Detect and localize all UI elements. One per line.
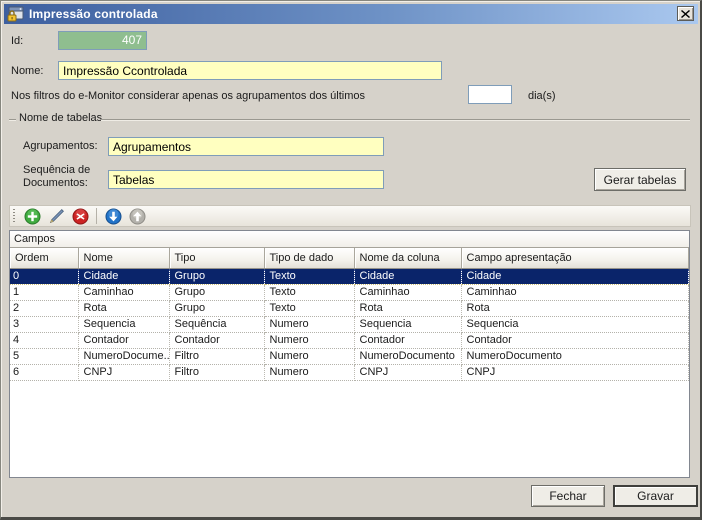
window-title: Impressão controlada — [29, 7, 158, 21]
grid-cell: Numero — [264, 348, 354, 364]
sequencia-input[interactable] — [108, 170, 384, 189]
grid-cell: Filtro — [169, 364, 264, 380]
move-down-button[interactable] — [102, 206, 124, 226]
grid-cell: Contador — [169, 332, 264, 348]
grid-cell: NumeroDocumento — [354, 348, 461, 364]
grid-cell: 6 — [10, 364, 78, 380]
delete-button[interactable] — [69, 206, 91, 226]
gerar-tabelas-button[interactable]: Gerar tabelas — [594, 168, 686, 191]
grid-cell: Numero — [264, 332, 354, 348]
close-icon — [681, 10, 690, 18]
grid-column-header[interactable]: Nome — [78, 248, 169, 268]
grid-column-header[interactable]: Nome da coluna — [354, 248, 461, 268]
grid-cell: Sequencia — [78, 316, 169, 332]
title-bar[interactable]: Impressão controlada — [4, 4, 698, 24]
filter-sentence: Nos filtros do e-Monitor considerar apen… — [11, 90, 365, 102]
delete-icon — [72, 208, 89, 225]
grid-cell: Caminhao — [78, 284, 169, 300]
grid-cell: Texto — [264, 284, 354, 300]
groupbox-line-right — [101, 119, 690, 120]
grid-cell: Contador — [461, 332, 689, 348]
grid-cell: Texto — [264, 268, 354, 284]
fechar-button[interactable]: Fechar — [531, 485, 605, 507]
id-label: Id: — [11, 35, 23, 47]
nome-label: Nome: — [11, 65, 43, 77]
move-down-icon — [105, 208, 122, 225]
grid-cell: Sequencia — [354, 316, 461, 332]
grid-cell: Cidade — [354, 268, 461, 284]
grid-column-header[interactable]: Tipo — [169, 248, 264, 268]
groupbox-line-left — [9, 119, 16, 120]
grid-cell: Caminhao — [461, 284, 689, 300]
grid-cell: Numero — [264, 364, 354, 380]
add-icon — [24, 208, 41, 225]
move-up-button[interactable] — [126, 206, 148, 226]
grid-cell: CNPJ — [78, 364, 169, 380]
grid-column-header[interactable]: Ordem — [10, 248, 78, 268]
grid-header-row: OrdemNomeTipoTipo de dadoNome da colunaC… — [10, 248, 689, 268]
grid-column-header[interactable]: Tipo de dado — [264, 248, 354, 268]
grid-cell: Filtro — [169, 348, 264, 364]
grid-cell: 4 — [10, 332, 78, 348]
grid-cell: Grupo — [169, 284, 264, 300]
grid-row[interactable]: 1CaminhaoGrupoTextoCaminhaoCaminhao — [10, 284, 689, 300]
grid-toolbar — [9, 205, 691, 227]
close-button[interactable] — [677, 6, 694, 21]
grid-cell: Grupo — [169, 268, 264, 284]
grid-row[interactable]: 0CidadeGrupoTextoCidadeCidade — [10, 268, 689, 284]
nome-input[interactable] — [58, 61, 442, 80]
filter-days-input[interactable] — [468, 85, 512, 104]
grid-cell: 3 — [10, 316, 78, 332]
grid-cell: NumeroDocume... — [78, 348, 169, 364]
grid-cell: Grupo — [169, 300, 264, 316]
edit-icon — [48, 208, 65, 225]
grid-cell: Rota — [461, 300, 689, 316]
move-up-icon — [129, 208, 146, 225]
fields-grid: OrdemNomeTipoTipo de dadoNome da colunaC… — [10, 248, 689, 381]
grid-cell: CNPJ — [354, 364, 461, 380]
grid-row[interactable]: 6CNPJFiltroNumeroCNPJCNPJ — [10, 364, 689, 380]
grid-cell: Sequência — [169, 316, 264, 332]
grid-cell: Cidade — [461, 268, 689, 284]
grid-caption: Campos — [10, 231, 689, 248]
grid-column-header[interactable]: Campo apresentação — [461, 248, 689, 268]
grid-cell: Rota — [78, 300, 169, 316]
grid-body: 0CidadeGrupoTextoCidadeCidade1CaminhaoGr… — [10, 268, 689, 380]
grid-cell: Numero — [264, 316, 354, 332]
toolbar-grip[interactable] — [12, 209, 16, 223]
grid-cell: Contador — [78, 332, 169, 348]
edit-button[interactable] — [45, 206, 67, 226]
filter-unit-label: dia(s) — [528, 90, 556, 102]
toolbar-separator — [96, 208, 97, 224]
grid-cell: 1 — [10, 284, 78, 300]
grid-row[interactable]: 3SequenciaSequênciaNumeroSequenciaSequen… — [10, 316, 689, 332]
grid-cell: Sequencia — [461, 316, 689, 332]
grid-cell: Caminhao — [354, 284, 461, 300]
grid-cell: Texto — [264, 300, 354, 316]
grid-cell: Cidade — [78, 268, 169, 284]
grid-cell: NumeroDocumento — [461, 348, 689, 364]
fields-grid-panel: Campos OrdemNomeTipoTipo de dadoNome da … — [9, 230, 690, 478]
grid-cell: 5 — [10, 348, 78, 364]
agrupamentos-input[interactable] — [108, 137, 384, 156]
grid-cell: Contador — [354, 332, 461, 348]
form-lock-icon — [7, 6, 24, 22]
grid-cell: CNPJ — [461, 364, 689, 380]
grid-row[interactable]: 4ContadorContadorNumeroContadorContador — [10, 332, 689, 348]
grid-cell: Rota — [354, 300, 461, 316]
grid-row[interactable]: 2RotaGrupoTextoRotaRota — [10, 300, 689, 316]
id-field: 407 — [58, 31, 147, 50]
grid-row[interactable]: 5NumeroDocume...FiltroNumeroNumeroDocume… — [10, 348, 689, 364]
grid-cell: 0 — [10, 268, 78, 284]
sequencia-label: Sequência de Documentos: — [23, 164, 90, 190]
gravar-button[interactable]: Gravar — [613, 485, 698, 507]
agrupamentos-label: Agrupamentos: — [23, 140, 98, 152]
grid-cell: 2 — [10, 300, 78, 316]
dialog-window: Impressão controlada Id: 407 Nome: Nos f… — [0, 0, 702, 520]
groupbox-title: Nome de tabelas — [19, 112, 102, 124]
add-button[interactable] — [21, 206, 43, 226]
